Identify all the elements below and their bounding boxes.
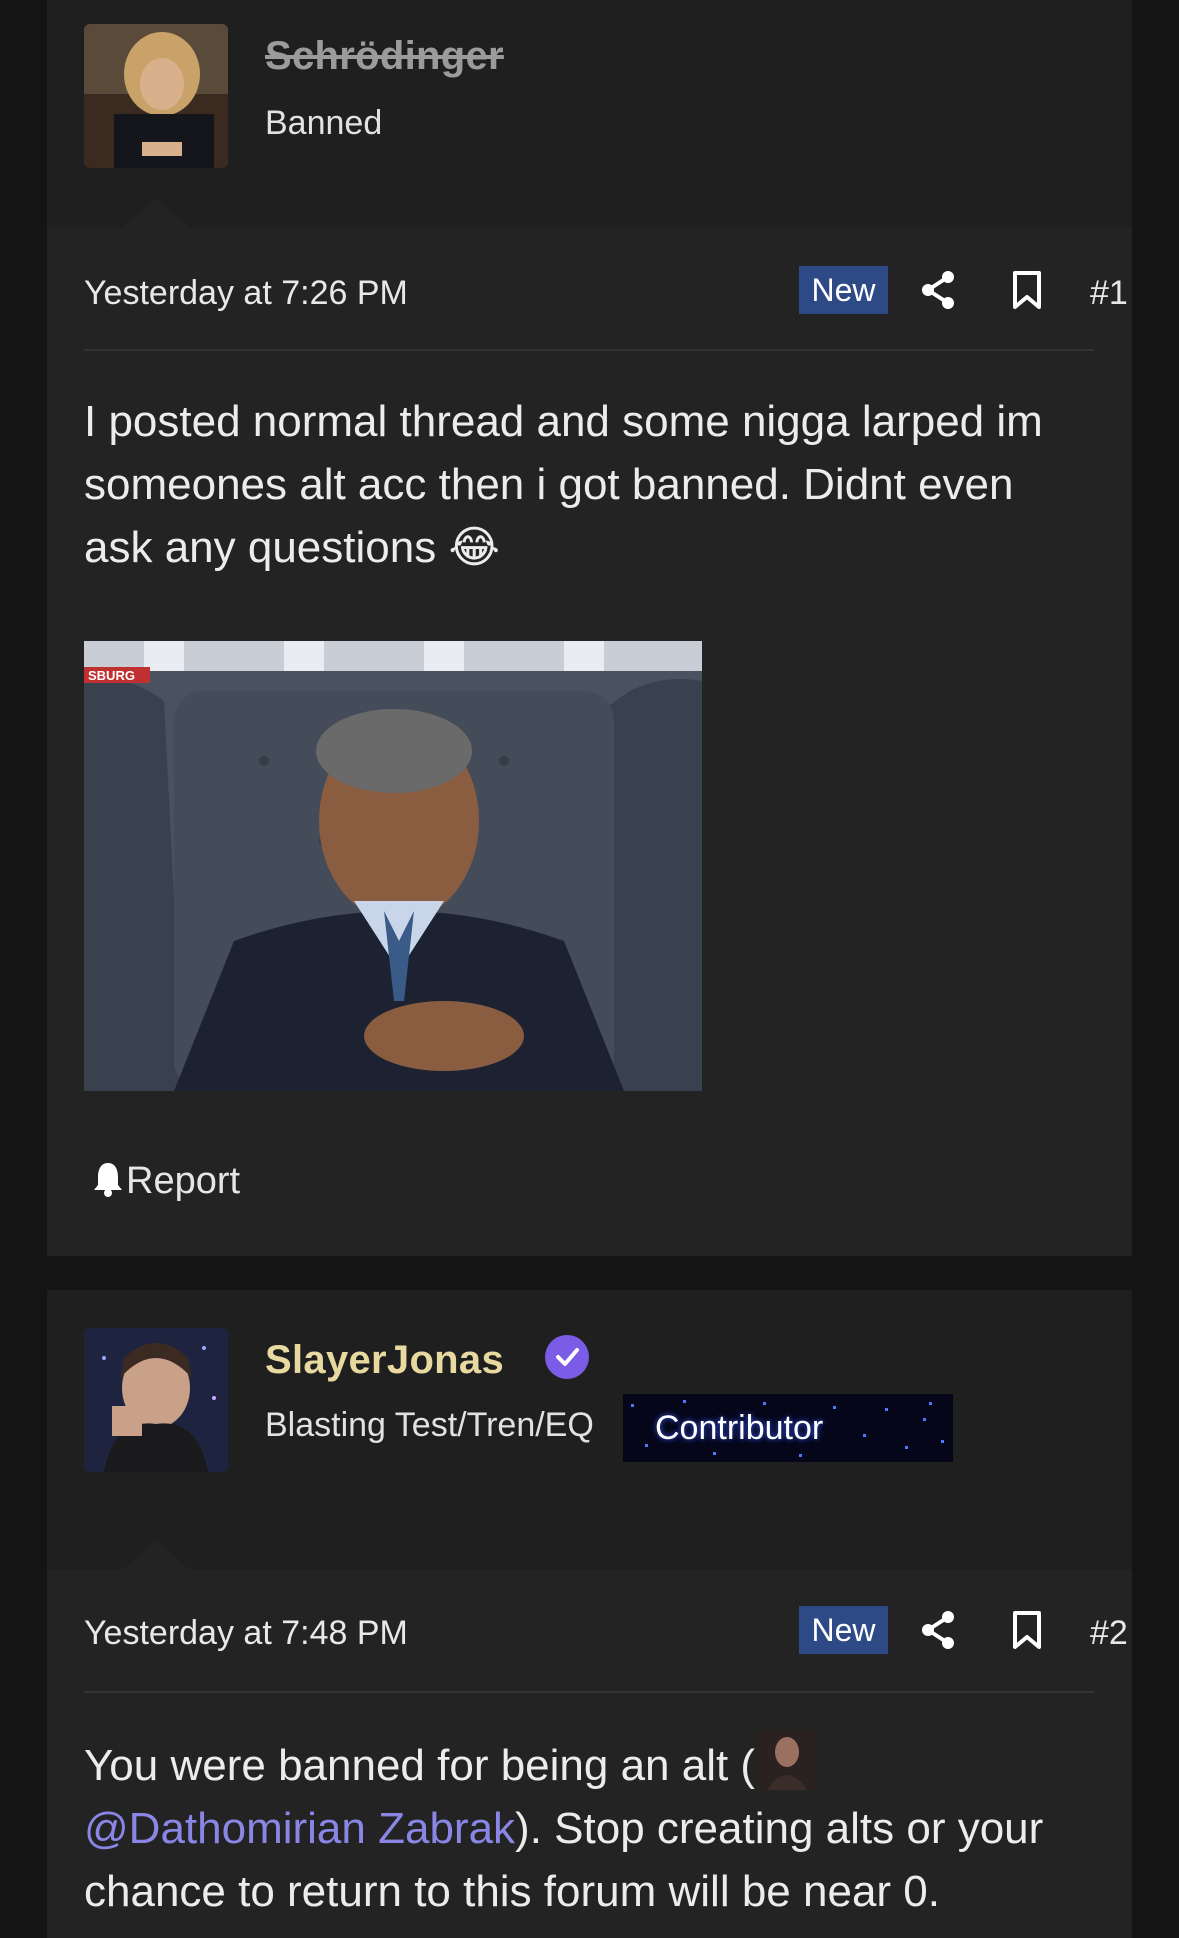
thread-page: Schrödinger Banned Yesterday at 7:26 PM … xyxy=(0,0,1179,1938)
attachment-image[interactable]: SBURG xyxy=(84,641,702,1091)
header-notch xyxy=(122,198,190,228)
share-icon[interactable] xyxy=(920,1610,956,1655)
crying-laughing-emoji-icon: 😂 xyxy=(448,522,500,573)
divider xyxy=(84,1691,1094,1693)
bookmark-icon[interactable] xyxy=(1012,270,1042,315)
attachment-caption: SBURG xyxy=(88,668,135,683)
new-badge: New xyxy=(799,1606,888,1654)
post-number[interactable]: #2 xyxy=(1090,1614,1128,1653)
contributor-banner: Contributor xyxy=(623,1394,953,1462)
header-notch xyxy=(122,1540,190,1570)
avatar[interactable] xyxy=(84,1328,228,1472)
post-1-user-header: Schrödinger Banned xyxy=(47,0,1132,228)
user-mention-link[interactable]: @Dathomirian Zabrak xyxy=(84,1804,515,1853)
avatar[interactable] xyxy=(84,24,228,168)
verified-icon xyxy=(545,1335,589,1379)
report-label: Report xyxy=(126,1160,241,1202)
post-1: Schrödinger Banned Yesterday at 7:26 PM … xyxy=(47,0,1132,1256)
share-icon[interactable] xyxy=(920,270,956,315)
post-date[interactable]: Yesterday at 7:26 PM xyxy=(84,274,408,313)
post-number[interactable]: #1 xyxy=(1090,274,1128,313)
user-title: Banned xyxy=(265,104,383,142)
divider xyxy=(84,349,1094,351)
contributor-label: Contributor xyxy=(655,1409,824,1447)
username[interactable]: SlayerJonas xyxy=(265,1338,504,1383)
post-2-user-header: SlayerJonas Blasting Test/Tren/EQ Contri… xyxy=(47,1290,1132,1570)
mention-avatar xyxy=(757,1730,818,1790)
report-button[interactable]: Report xyxy=(92,1160,240,1203)
post-date[interactable]: Yesterday at 7:48 PM xyxy=(84,1614,408,1653)
post-body-text: You were banned for being an alt ( xyxy=(84,1741,756,1790)
post-2: SlayerJonas Blasting Test/Tren/EQ Contri… xyxy=(47,1290,1132,1938)
bookmark-icon[interactable] xyxy=(1012,1610,1042,1655)
post-meta: Yesterday at 7:26 PM New #1 xyxy=(84,266,1128,326)
new-badge: New xyxy=(799,266,888,314)
post-body: You were banned for being an alt ( @Datho… xyxy=(84,1730,1094,1923)
bell-icon xyxy=(94,1163,122,1197)
username[interactable]: Schrödinger xyxy=(265,34,504,79)
post-meta: Yesterday at 7:48 PM New #2 xyxy=(84,1606,1128,1666)
post-body-text: I posted normal thread and some nigga la… xyxy=(84,397,1043,572)
post-body: I posted normal thread and some nigga la… xyxy=(84,390,1094,579)
user-title: Blasting Test/Tren/EQ xyxy=(265,1406,594,1444)
